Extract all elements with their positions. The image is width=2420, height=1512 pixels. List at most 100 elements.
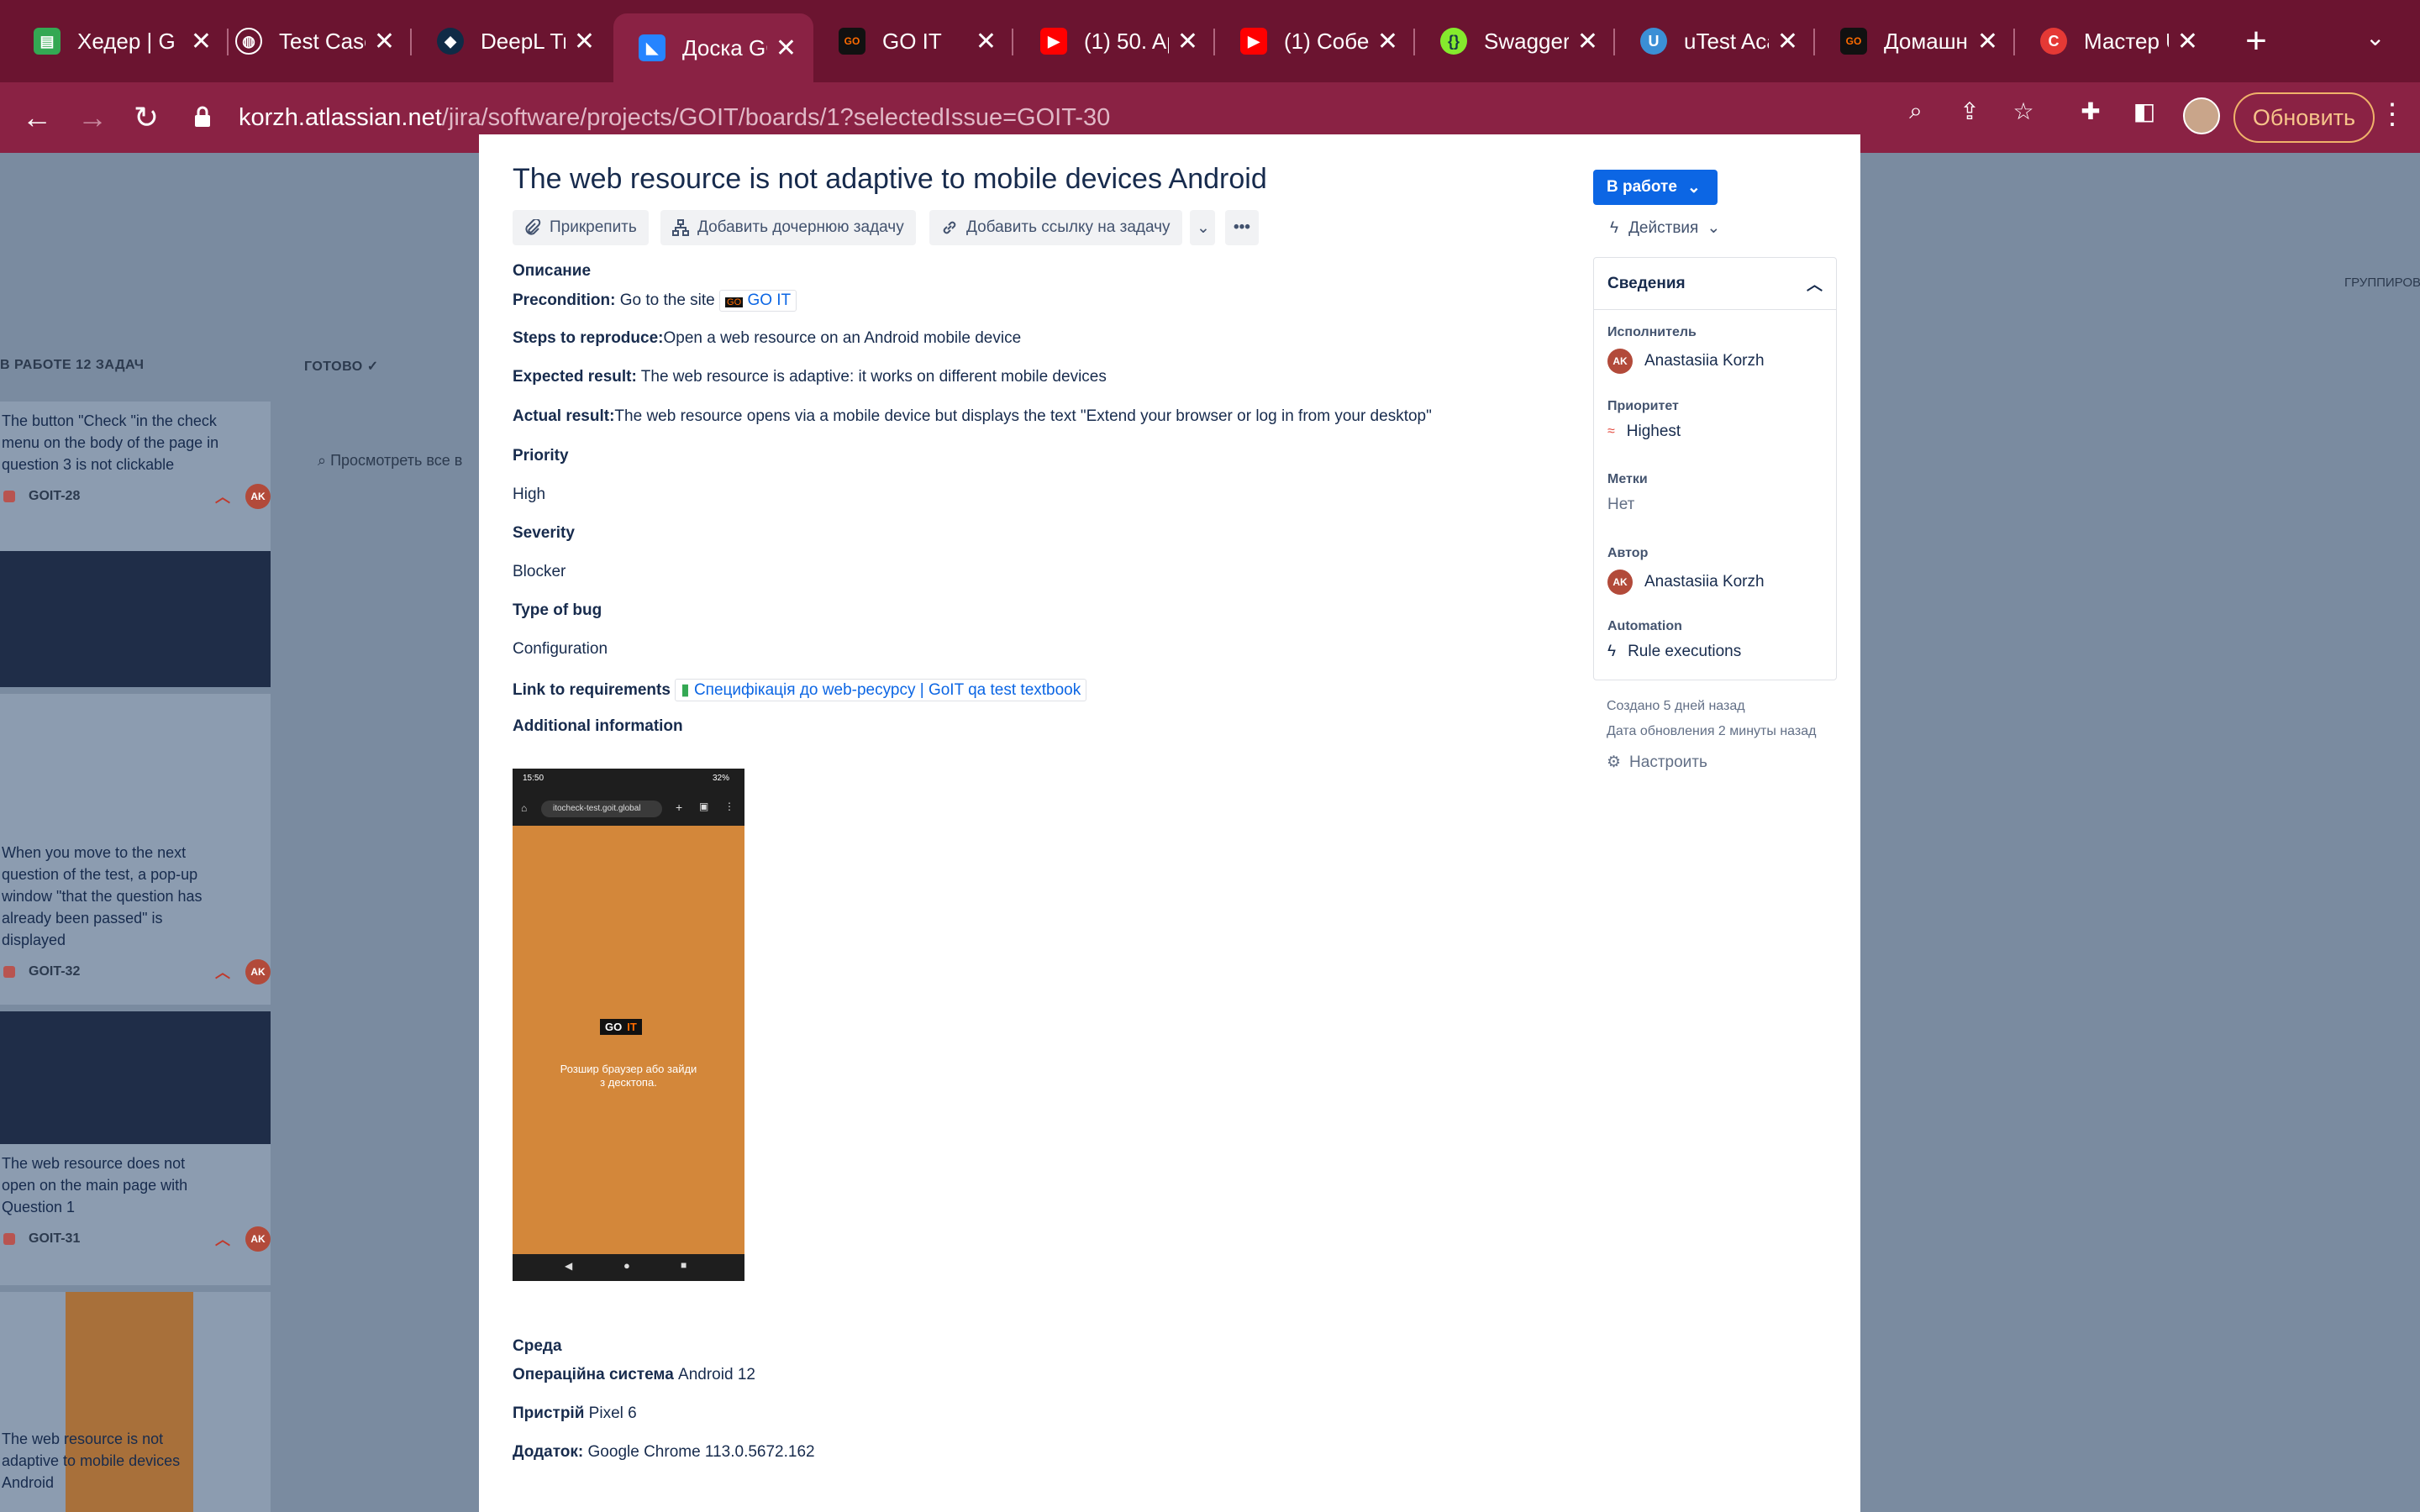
tab-goit[interactable]: GO GO IT ✕ [813, 12, 1013, 71]
share-icon[interactable]: ⇪ [1954, 97, 1985, 128]
bugtype-value: Configuration [513, 640, 608, 658]
link-dropdown-button[interactable]: ⌄ [1190, 210, 1215, 245]
column-in-progress-header: В РАБОТЕ 12 ЗАДАЧ [0, 358, 145, 372]
requirements-row: Link to requirements ▮ Специфікація до w… [513, 679, 1087, 701]
hierarchy-icon [672, 219, 689, 236]
link-issue-button[interactable]: Добавить ссылку на задачу [929, 210, 1182, 245]
tab-youtube-2[interactable]: ▶ (1) Собес ✕ [1215, 12, 1415, 71]
priority-highest-icon: ≈ [1607, 424, 1615, 438]
chevron-down-icon: ⌄ [1707, 219, 1721, 237]
forward-button[interactable]: → [74, 99, 111, 136]
severity-value: Blocker [513, 563, 566, 580]
more-actions-button[interactable]: ••• [1225, 210, 1259, 245]
close-icon[interactable]: ✕ [1577, 27, 1598, 56]
sidepanel-icon[interactable]: ◧ [2129, 97, 2160, 128]
board-card-goit-31[interactable]: The web resource does not open on the ma… [0, 1011, 271, 1285]
column-done-header: ГОТОВО ✓ [304, 358, 379, 375]
tab-utest[interactable]: U uTest Aca ✕ [1615, 12, 1815, 71]
profile-avatar[interactable] [2183, 97, 2220, 134]
star-icon[interactable]: ☆ [2008, 97, 2039, 128]
updated-date: Дата обновления 2 минуты назад [1607, 724, 1817, 738]
author-field[interactable]: Автор AK Anastasiia Korzh [1607, 546, 1765, 595]
close-icon[interactable]: ✕ [1977, 27, 1998, 56]
goit-logo: GO IT [600, 1019, 642, 1035]
new-tab-button[interactable]: + [2235, 20, 2277, 62]
chevron-down-icon[interactable]: ⌄ [2365, 24, 2385, 51]
phone-url: itocheck-test.goit.global [541, 801, 662, 817]
phone-menu-icon: ⋮ [724, 801, 734, 812]
sheets-icon: ▤ [34, 28, 60, 55]
requirements-link[interactable]: ▮ Специфікація до web-ресурсу | GoIT qa … [675, 679, 1087, 701]
zoom-icon[interactable]: ⌕ [1901, 97, 1931, 128]
url-path: /jira/software/projects/GOIT/boards/1?se… [441, 104, 1111, 131]
card-thumbnail [0, 551, 271, 687]
attachment-screenshot[interactable]: 15:50 32% ⌂ itocheck-test.goit.global + … [513, 769, 744, 1281]
issue-title[interactable]: The web resource is not adaptive to mobi… [513, 163, 1267, 196]
tab-swagger[interactable]: {} Swagger ✕ [1415, 12, 1615, 71]
priority-high-icon: ︿ [215, 489, 230, 506]
reload-button[interactable]: ↻ [128, 99, 165, 136]
board-card-goit-32[interactable]: When you move to the next question of th… [0, 694, 271, 1005]
tab-sheets[interactable]: ▤ Хедер | G ✕ [8, 12, 229, 71]
configure-button[interactable]: ⚙ Настроить [1607, 753, 1707, 772]
details-panel: Сведения ︿ Исполнитель AK Anastasiia Korzh … [1593, 257, 1837, 680]
gear-icon: ⚙ [1607, 753, 1622, 771]
avatar: AK [245, 959, 271, 984]
group-by-label: ГРУППИРОВ [2344, 276, 2420, 290]
assignee-field[interactable]: Исполнитель AK Anastasiia Korzh [1607, 325, 1765, 374]
details-toggle[interactable]: Сведения ︿ [1594, 258, 1836, 310]
phone-battery: 32% [712, 774, 729, 783]
board-search-hint[interactable]: ⌕ Просмотреть все в [318, 452, 462, 470]
extensions-icon[interactable]: ✚ [2075, 97, 2106, 128]
tab-deepl[interactable]: ◆ DeepL Tra ✕ [412, 12, 612, 71]
bug-icon [3, 1233, 15, 1245]
severity-heading: Severity [513, 524, 575, 542]
attach-button[interactable]: Прикрепить [513, 210, 649, 245]
kebab-menu-icon[interactable]: ⋮ [2378, 97, 2407, 131]
goit-icon: GO [1840, 28, 1867, 55]
close-icon[interactable]: ✕ [2177, 27, 2198, 56]
labels-field[interactable]: Метки Нет [1607, 472, 1648, 514]
add-child-issue-button[interactable]: Добавить дочернюю задачу [660, 210, 916, 245]
check-icon: ✓ [366, 360, 379, 374]
tab-homework[interactable]: GO Домашне ✕ [1815, 12, 2015, 71]
close-icon[interactable]: ✕ [1177, 27, 1198, 56]
precondition-row: Precondition: Go to the site GO GO IT [513, 290, 797, 312]
priority-field[interactable]: Приоритет ≈ Highest [1607, 399, 1681, 441]
bug-icon [3, 491, 15, 502]
paperclip-icon [525, 219, 541, 235]
status-dropdown-button[interactable]: В работе ⌄ [1593, 170, 1718, 205]
lightning-icon: ϟ [1610, 218, 1619, 237]
priority-value: High [513, 486, 546, 503]
close-icon[interactable]: ✕ [776, 34, 797, 63]
home-icon: ⌂ [521, 802, 528, 814]
update-button[interactable]: Обновить [2233, 92, 2375, 143]
tab-test-case[interactable]: ◍ Test Case ✕ [210, 12, 412, 71]
close-icon[interactable]: ✕ [976, 27, 997, 56]
automation-field[interactable]: Automation ϟ Rule executions [1607, 619, 1741, 661]
back-button[interactable]: ← [18, 99, 55, 136]
tab-jira-board[interactable]: ◣ Доска GC ✕ [613, 13, 813, 82]
actions-dropdown[interactable]: ϟ Действия ⌄ [1610, 218, 1720, 238]
close-icon[interactable]: ✕ [1777, 27, 1798, 56]
priority-heading: Priority [513, 447, 569, 465]
lock-icon [195, 106, 210, 127]
tab-master[interactable]: C Мастер U ✕ [2015, 12, 2215, 71]
os-row: Операційна система Android 12 [513, 1366, 755, 1383]
link-icon [943, 221, 956, 234]
close-icon[interactable]: ✕ [1377, 27, 1398, 56]
card-thumbnail [0, 1011, 271, 1144]
phone-message: Розшир браузер або зайди з десктопа. [560, 1063, 697, 1089]
issue-modal: The web resource is not adaptive to mobi… [479, 134, 1860, 1512]
bug-icon [3, 966, 15, 978]
tab-youtube-1[interactable]: ▶ (1) 50. Ap ✕ [1015, 12, 1215, 71]
phone-plus-icon: + [676, 801, 683, 814]
avatar: AK [245, 484, 271, 509]
close-icon[interactable]: ✕ [574, 27, 595, 56]
goit-site-link[interactable]: GO GO IT [719, 290, 797, 312]
close-icon[interactable]: ✕ [374, 27, 395, 56]
chevron-down-icon: ⌄ [1197, 218, 1210, 237]
close-icon[interactable]: ✕ [191, 27, 212, 56]
avatar: AK [1607, 349, 1633, 374]
expected-row: Expected result: The web resource is ada… [513, 368, 1107, 386]
